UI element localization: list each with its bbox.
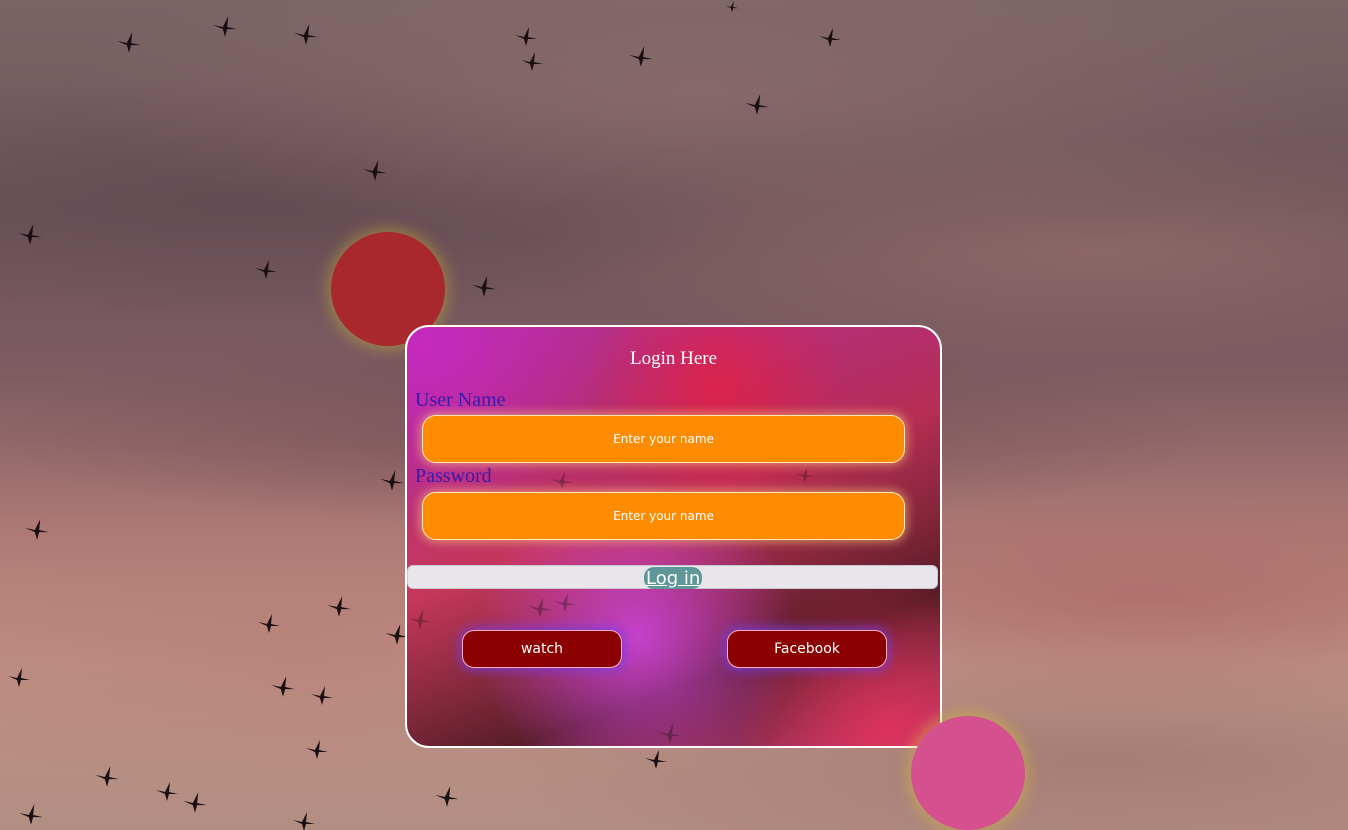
username-input[interactable] [422, 415, 905, 463]
watch-button[interactable]: watch [462, 630, 622, 668]
password-label: Password [415, 465, 492, 487]
facebook-button[interactable]: Facebook [727, 630, 887, 668]
login-card: Login Here User Name Password Log in wat… [405, 325, 942, 748]
username-label: User Name [415, 389, 506, 411]
pink-decorative-circle [911, 716, 1025, 830]
login-title: Login Here [629, 348, 718, 369]
password-input[interactable] [422, 492, 905, 540]
login-button[interactable]: Log in [644, 567, 703, 589]
